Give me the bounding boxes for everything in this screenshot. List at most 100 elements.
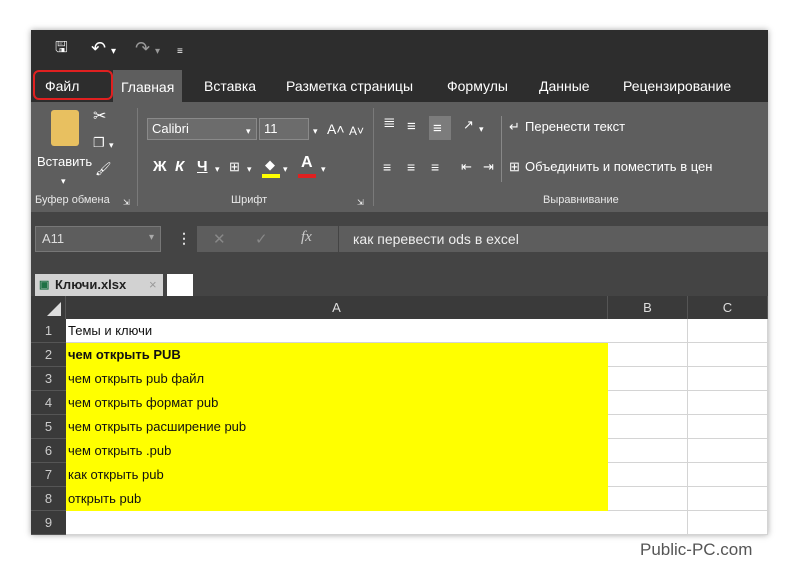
sheet-tab[interactable]: ▣ Ключи.xlsx × (35, 274, 163, 296)
font-name-dropdown-icon[interactable]: ▾ (246, 124, 251, 138)
row-header[interactable]: 5 (31, 415, 66, 439)
select-all-corner[interactable] (31, 296, 66, 319)
cell-c2[interactable] (688, 343, 768, 367)
merge-center-button[interactable]: Объединить и поместить в цен (525, 159, 712, 174)
name-box[interactable]: A11 (35, 226, 161, 252)
redo-icon[interactable]: ↷ (135, 38, 150, 58)
undo-icon[interactable]: ↶ (91, 38, 106, 58)
cell-a7[interactable]: как открыть pub (66, 463, 608, 487)
borders-dropdown-icon[interactable]: ▾ (247, 162, 252, 176)
cell-c1[interactable] (688, 319, 768, 343)
align-center-icon[interactable]: ≡ (407, 160, 415, 174)
cell-a6[interactable]: чем открыть .pub (66, 439, 608, 463)
cell-b1[interactable] (608, 319, 688, 343)
cell-c9[interactable] (688, 511, 768, 535)
copy-icon[interactable]: ❐ (93, 136, 105, 150)
cell-b5[interactable] (608, 415, 688, 439)
name-box-dropdown-icon[interactable]: ▾ (149, 232, 154, 243)
tab-review[interactable]: Рецензирование (623, 66, 731, 102)
row-header[interactable]: 4 (31, 391, 66, 415)
row-header[interactable]: 7 (31, 463, 66, 487)
row-header[interactable]: 2 (31, 343, 66, 367)
enter-icon[interactable]: ✓ (255, 230, 268, 248)
align-bottom-icon[interactable]: ≡ (433, 121, 442, 136)
row-header[interactable]: 1 (31, 319, 66, 343)
underline-dropdown-icon[interactable]: ▾ (215, 162, 220, 176)
cell-c5[interactable] (688, 415, 768, 439)
font-size-combo[interactable]: 11 (259, 118, 309, 140)
bold-button[interactable]: Ж (153, 158, 167, 175)
cell-a9[interactable] (66, 511, 608, 535)
cell-b7[interactable] (608, 463, 688, 487)
italic-button[interactable]: К (175, 158, 184, 175)
cell-b4[interactable] (608, 391, 688, 415)
cell-c8[interactable] (688, 487, 768, 511)
cell-c4[interactable] (688, 391, 768, 415)
cell-a2[interactable]: чем открыть PUB (66, 343, 608, 367)
cell-c6[interactable] (688, 439, 768, 463)
tab-page-layout[interactable]: Разметка страницы (286, 66, 413, 102)
font-color-dropdown-icon[interactable]: ▾ (321, 162, 326, 176)
cell-a3[interactable]: чем открыть pub файл (66, 367, 608, 391)
more-options-icon[interactable]: ⋮ (177, 230, 191, 247)
decrease-indent-icon[interactable]: ⇤ (461, 160, 472, 174)
cell-c3[interactable] (688, 367, 768, 391)
cancel-icon[interactable]: ✕ (213, 230, 226, 248)
tab-insert[interactable]: Вставка (204, 66, 256, 102)
cell-b6[interactable] (608, 439, 688, 463)
font-name-combo[interactable]: Calibri (147, 118, 257, 140)
cell-a1[interactable]: Темы и ключи (66, 319, 608, 343)
font-size-dropdown-icon[interactable]: ▾ (313, 124, 318, 138)
increase-indent-icon[interactable]: ⇥ (483, 160, 494, 174)
cut-icon[interactable]: ✂ (93, 109, 106, 125)
wrap-text-icon[interactable]: ↵ (509, 120, 520, 134)
row-header[interactable]: 3 (31, 367, 66, 391)
customize-toolbar-icon[interactable]: ≡ (177, 42, 183, 62)
new-tab-button[interactable] (167, 274, 193, 296)
font-launcher-icon[interactable]: ⇲ (357, 196, 364, 210)
column-header-c[interactable]: C (688, 296, 768, 319)
orientation-icon[interactable]: ↗ (463, 118, 474, 132)
align-top-icon[interactable]: ≣ (383, 115, 396, 130)
insert-function-icon[interactable]: fx (301, 229, 312, 246)
underline-button[interactable]: Ч (197, 158, 208, 175)
align-right-icon[interactable]: ≡ (431, 160, 439, 174)
tab-formulas[interactable]: Формулы (447, 66, 508, 102)
align-middle-icon[interactable]: ≡ (407, 119, 416, 134)
cell-b8[interactable] (608, 487, 688, 511)
cell-b9[interactable] (608, 511, 688, 535)
cell-a4[interactable]: чем открыть формат pub (66, 391, 608, 415)
paste-dropdown-icon[interactable]: ▾ (61, 174, 66, 188)
tab-data[interactable]: Данные (539, 66, 590, 102)
row-header[interactable]: 8 (31, 487, 66, 511)
fill-color-dropdown-icon[interactable]: ▾ (283, 162, 288, 176)
column-header-b[interactable]: B (608, 296, 688, 319)
decrease-font-icon[interactable]: A˅ (349, 124, 364, 138)
column-header-a[interactable]: A (66, 296, 608, 319)
row-header[interactable]: 9 (31, 511, 66, 535)
merge-center-icon[interactable]: ⊞ (509, 160, 520, 174)
cell-a8[interactable]: открыть pub (66, 487, 608, 511)
cell-a5[interactable]: чем открыть расширение pub (66, 415, 608, 439)
close-tab-icon[interactable]: × (149, 274, 157, 296)
undo-dropdown-icon[interactable]: ▾ (111, 42, 116, 62)
font-color-icon[interactable]: A (301, 155, 313, 171)
formula-input[interactable]: как перевести ods в excel (339, 226, 768, 252)
redo-dropdown-icon[interactable]: ▾ (155, 42, 160, 62)
borders-icon[interactable]: ⊞ (229, 160, 240, 174)
wrap-text-button[interactable]: Перенести текст (525, 119, 625, 134)
orientation-dropdown-icon[interactable]: ▾ (479, 122, 484, 136)
align-left-icon[interactable]: ≡ (383, 160, 391, 174)
increase-font-icon[interactable]: A˄ (327, 122, 345, 136)
clipboard-launcher-icon[interactable]: ⇲ (123, 196, 130, 210)
fill-color-icon[interactable]: ◆ (265, 158, 275, 172)
format-painter-icon[interactable]: 🖌 (95, 162, 112, 176)
row-header[interactable]: 6 (31, 439, 66, 463)
cell-b3[interactable] (608, 367, 688, 391)
tab-home[interactable]: Главная (113, 70, 183, 102)
paste-icon[interactable] (51, 110, 79, 146)
cell-c7[interactable] (688, 463, 768, 487)
paste-button[interactable]: Вставить (37, 154, 92, 169)
save-icon[interactable]: 🖫 (55, 38, 68, 58)
cell-b2[interactable] (608, 343, 688, 367)
